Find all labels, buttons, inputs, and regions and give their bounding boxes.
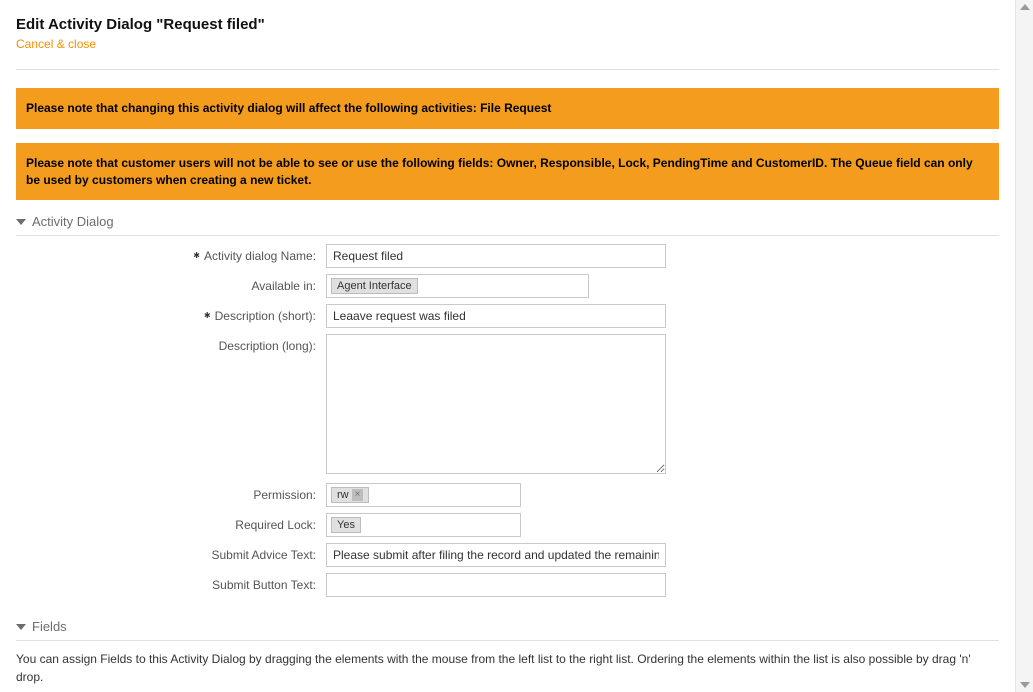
warning-affects-activities: Please note that changing this activity … xyxy=(16,88,999,129)
fields-help-text: You can assign Fields to this Activity D… xyxy=(16,651,999,686)
warning-customer-fields: Please note that customer users will not… xyxy=(16,143,999,201)
required-lock-select[interactable]: Yes xyxy=(326,513,521,537)
description-long-textarea[interactable] xyxy=(326,334,666,474)
activity-dialog-name-input[interactable] xyxy=(326,244,666,268)
permission-tag-remove-icon[interactable]: × xyxy=(352,489,364,501)
caret-down-icon xyxy=(16,624,26,630)
label-submit-button-text: Submit Button Text: xyxy=(16,573,326,592)
label-description-short: Description (short): xyxy=(16,304,326,323)
submit-advice-input[interactable] xyxy=(326,543,666,567)
divider xyxy=(16,69,999,70)
vertical-scrollbar[interactable] xyxy=(1015,0,1033,692)
submit-button-text-input[interactable] xyxy=(326,573,666,597)
label-permission: Permission: xyxy=(16,483,326,502)
main-scroll-area[interactable]: Edit Activity Dialog "Request filed" Can… xyxy=(0,0,1015,692)
scrollbar-down-arrow-icon[interactable] xyxy=(1020,682,1030,688)
label-required-lock: Required Lock: xyxy=(16,513,326,532)
section-activity-dialog-header[interactable]: Activity Dialog xyxy=(16,214,999,236)
label-description-long: Description (long): xyxy=(16,334,326,353)
description-short-input[interactable] xyxy=(326,304,666,328)
required-lock-tag: Yes xyxy=(331,517,361,533)
permission-tag: rw × xyxy=(331,487,369,503)
label-activity-dialog-name: Activity dialog Name: xyxy=(16,244,326,263)
caret-down-icon xyxy=(16,219,26,225)
label-available-in: Available in: xyxy=(16,274,326,293)
available-in-tag: Agent Interface xyxy=(331,278,418,294)
available-in-select[interactable]: Agent Interface xyxy=(326,274,589,298)
section-activity-dialog-title: Activity Dialog xyxy=(32,214,114,229)
section-fields-title: Fields xyxy=(32,619,67,634)
label-submit-advice: Submit Advice Text: xyxy=(16,543,326,562)
cancel-close-link[interactable]: Cancel & close xyxy=(16,37,96,51)
permission-select[interactable]: rw × xyxy=(326,483,521,507)
scrollbar-up-arrow-icon[interactable] xyxy=(1020,4,1030,10)
section-fields-header[interactable]: Fields xyxy=(16,619,999,641)
page-title: Edit Activity Dialog "Request filed" xyxy=(16,16,999,33)
